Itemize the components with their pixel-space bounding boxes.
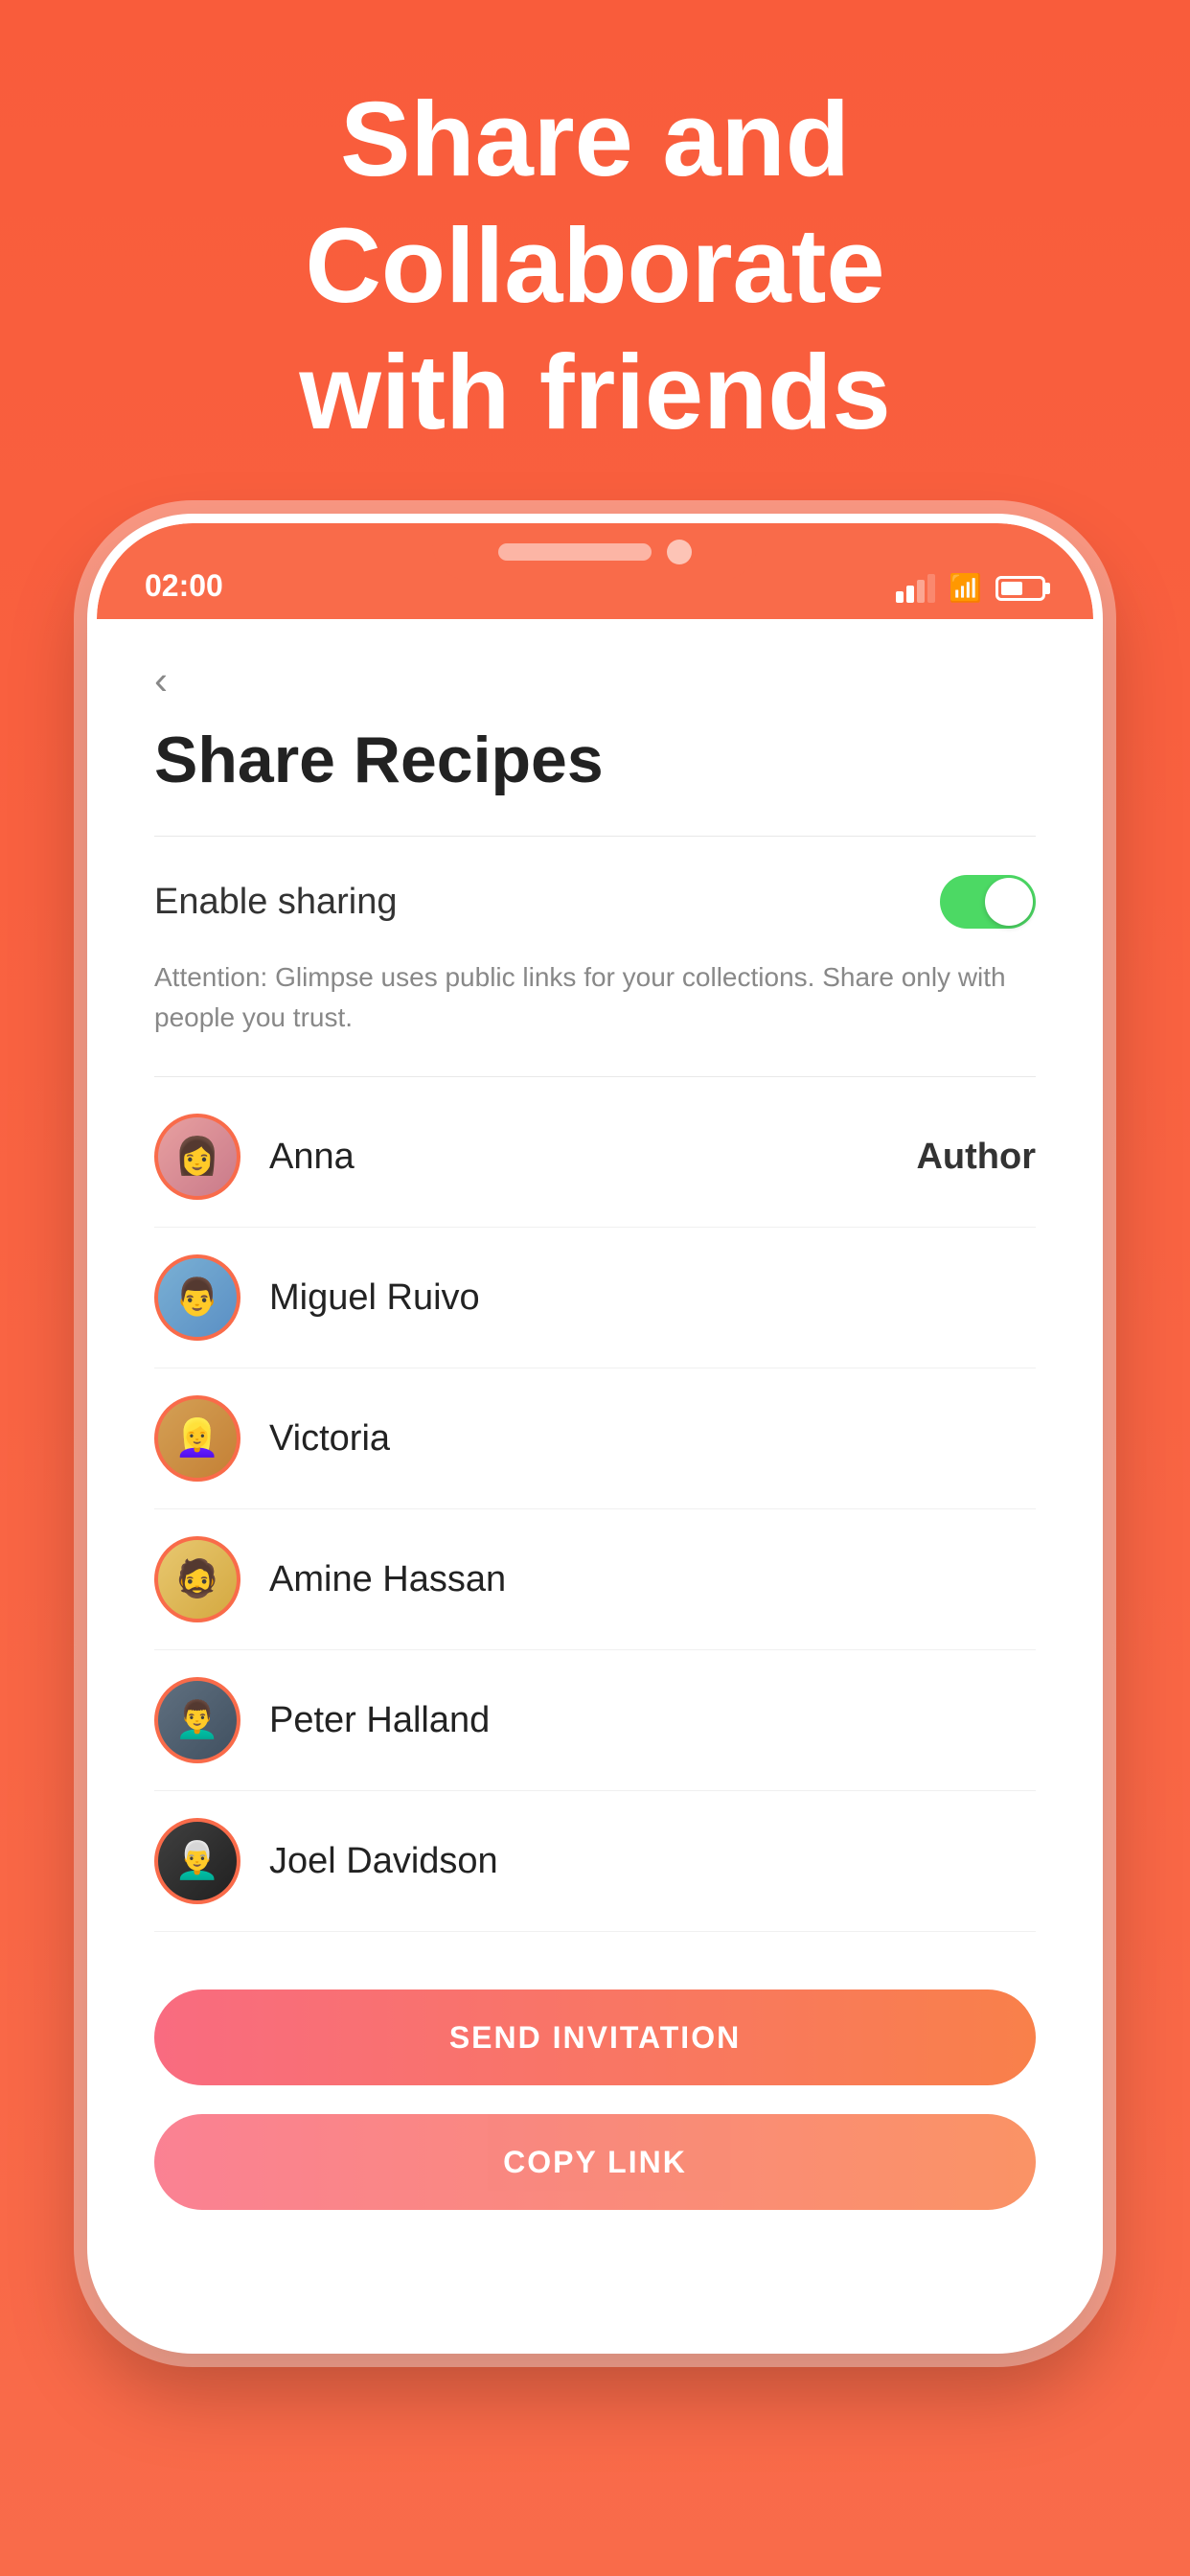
toggle-knob: [985, 878, 1033, 926]
notch-pill: [498, 543, 652, 561]
contact-item[interactable]: 👨‍🦱 Peter Halland: [154, 1650, 1036, 1791]
volume-down-button[interactable]: [87, 907, 91, 983]
avatar-face: 👩: [158, 1117, 237, 1196]
avatar-face: 👱‍♀️: [158, 1399, 237, 1478]
contact-item[interactable]: 👨 Miguel Ruivo: [154, 1228, 1036, 1368]
send-invitation-button[interactable]: SEND INVITATION: [154, 1990, 1036, 2085]
avatar-face: 👨‍🦳: [158, 1822, 237, 1900]
battery-fill: [1001, 582, 1022, 595]
signal-icon: [896, 574, 935, 603]
contact-name-miguel: Miguel Ruivo: [269, 1277, 1036, 1319]
hero-line1: Share and: [340, 80, 850, 198]
status-time: 02:00: [145, 568, 223, 604]
signal-bar-2: [906, 586, 914, 603]
page-title: Share Recipes: [154, 723, 1036, 797]
contact-name-joel: Joel Davidson: [269, 1841, 1036, 1882]
avatar-victoria: 👱‍♀️: [154, 1395, 240, 1482]
contact-name-anna: Anna: [269, 1137, 916, 1178]
avatar-joel: 👨‍🦳: [154, 1818, 240, 1904]
phone-content: ‹ Share Recipes Enable sharing Attention…: [97, 619, 1093, 2344]
volume-up-button[interactable]: [87, 811, 91, 887]
contact-item[interactable]: 👩 Anna Author: [154, 1087, 1036, 1228]
status-bar: 02:00 📶: [97, 523, 1093, 619]
avatar-peter: 👨‍🦱: [154, 1677, 240, 1763]
contact-item[interactable]: 👨‍🦳 Joel Davidson: [154, 1791, 1036, 1932]
contact-name-amine: Amine Hassan: [269, 1559, 1036, 1600]
front-camera: [667, 540, 692, 564]
contact-item[interactable]: 🧔 Amine Hassan: [154, 1509, 1036, 1650]
sharing-toggle[interactable]: [940, 875, 1036, 929]
avatar-face: 🧔: [158, 1540, 237, 1619]
status-icons: 📶: [896, 572, 1045, 604]
sharing-label: Enable sharing: [154, 882, 398, 923]
notch: [432, 523, 758, 581]
avatar-face: 👨‍🦱: [158, 1681, 237, 1760]
phone-frame: 02:00 📶 ‹ Share Recipes Enable sha: [87, 514, 1103, 2354]
copy-link-button[interactable]: COPY LINK: [154, 2114, 1036, 2210]
avatar-anna: 👩: [154, 1114, 240, 1200]
hero-section: Share and Collaborate with friends: [299, 0, 890, 514]
divider-top: [154, 836, 1036, 837]
signal-bar-4: [927, 574, 935, 603]
wifi-icon: 📶: [949, 572, 982, 604]
sharing-toggle-row: Enable sharing: [154, 846, 1036, 957]
contact-item[interactable]: 👱‍♀️ Victoria: [154, 1368, 1036, 1509]
signal-bar-1: [896, 591, 904, 603]
avatar-face: 👨: [158, 1258, 237, 1337]
contact-list: 👩 Anna Author 👨 Miguel Ruivo 👱‍♀️ Victor…: [154, 1087, 1036, 1932]
action-buttons: SEND INVITATION COPY LINK: [154, 1932, 1036, 2210]
contact-name-peter: Peter Halland: [269, 1700, 1036, 1741]
battery-icon: [995, 576, 1045, 601]
back-button[interactable]: ‹: [154, 657, 1036, 703]
divider-attention: [154, 1076, 1036, 1077]
avatar-amine: 🧔: [154, 1536, 240, 1622]
avatar-miguel: 👨: [154, 1254, 240, 1341]
author-badge: Author: [916, 1137, 1036, 1178]
contact-name-victoria: Victoria: [269, 1418, 1036, 1460]
power-button[interactable]: [1099, 859, 1103, 983]
hero-line3: with friends: [299, 334, 890, 451]
attention-text: Attention: Glimpse uses public links for…: [154, 957, 1036, 1067]
signal-bar-3: [917, 580, 925, 603]
hero-line2: Collaborate: [305, 207, 884, 325]
